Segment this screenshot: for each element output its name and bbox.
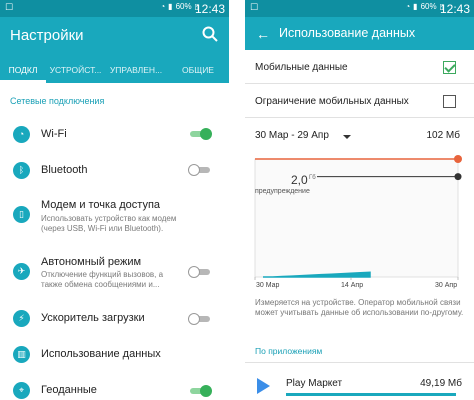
battery-percent: 60% bbox=[175, 2, 192, 11]
battery-percent: 60% bbox=[420, 2, 437, 11]
tab-general[interactable]: ОБЩИЕ bbox=[167, 59, 229, 83]
by-apps-header: По приложениям bbox=[255, 346, 323, 356]
settings-item-airplane[interactable]: ✈ Автономный режим Отключение функций вы… bbox=[0, 252, 229, 296]
limit-mobile-data-checkbox[interactable] bbox=[443, 95, 456, 108]
settings-item-hotspot[interactable]: ▯ Модем и точка доступа Использовать уст… bbox=[0, 196, 229, 240]
settings-item-wifi[interactable]: ◔ Wi-Fi bbox=[0, 122, 229, 148]
settings-item-subtitle: Использовать устройство как модем bbox=[41, 214, 177, 223]
total-usage: 102 Мб bbox=[426, 130, 460, 141]
x-tick-label: 30 Мар bbox=[256, 282, 280, 289]
settings-item-subtitle: (через USB, Wi-Fi или Bluetooth). bbox=[41, 224, 164, 233]
app-name: Play Маркет bbox=[286, 378, 343, 389]
airplane-icon: ✈ bbox=[13, 263, 30, 280]
warning-value: 2,0 bbox=[291, 173, 308, 187]
limit-mobile-data-label: Ограничение мобильных данных bbox=[255, 96, 409, 107]
usage-chart-svg bbox=[254, 155, 462, 280]
x-tick-label: 14 Апр bbox=[341, 282, 364, 289]
app-usage-row[interactable]: Play Маркет 49,19 Мб bbox=[245, 364, 474, 400]
wifi-toggle[interactable] bbox=[188, 128, 212, 140]
period-range[interactable]: 30 Мар - 29 Апр bbox=[255, 130, 329, 141]
mobile-data-checkbox[interactable] bbox=[443, 61, 456, 74]
settings-item-label: Bluetooth bbox=[41, 164, 88, 176]
download-booster-icon: ⚡ bbox=[13, 310, 30, 327]
tab-connections[interactable]: ПОДКЛ bbox=[0, 59, 46, 83]
airplane-toggle[interactable] bbox=[188, 266, 212, 278]
status-bar: ☐ ◔ ▮ 60% ▯ 12:43 bbox=[245, 0, 474, 17]
warning-label: предупреждение bbox=[255, 188, 310, 195]
settings-item-label: Геоданные bbox=[41, 384, 97, 396]
settings-item-subtitle: также обмена сообщениями и... bbox=[41, 280, 160, 289]
settings-item-label: Автономный режим bbox=[41, 256, 142, 268]
wifi-icon: ◔ bbox=[13, 126, 30, 143]
tab-controls[interactable]: УПРАВЛЕН... bbox=[105, 59, 167, 83]
app-usage-bar bbox=[286, 393, 456, 396]
app-bar: Настройки ПОДКЛ УСТРОЙСТ... УПРАВЛЕН... … bbox=[0, 17, 229, 83]
bluetooth-toggle[interactable] bbox=[188, 164, 212, 176]
usage-note: Измеряется на устройстве. Оператор мобил… bbox=[255, 298, 464, 317]
location-icon: ⌖ bbox=[13, 382, 30, 399]
page-title: Использование данных bbox=[279, 26, 416, 40]
settings-item-label: Wi-Fi bbox=[41, 128, 67, 140]
settings-item-label: Ускоритель загрузки bbox=[41, 312, 145, 324]
warning-handle bbox=[454, 173, 462, 181]
back-arrow-icon[interactable]: ← bbox=[256, 26, 270, 42]
app-bar: ← Использование данных bbox=[245, 17, 474, 50]
settings-screen: ☐ ◔ ▮ 60% ▯ 12:43 Настройки ПОДКЛ УСТРОЙ… bbox=[0, 0, 229, 400]
hotspot-icon: ▯ bbox=[13, 206, 30, 223]
wifi-status-icon: ◔ bbox=[160, 2, 166, 11]
warning-unit: Гб bbox=[309, 175, 316, 181]
clock: 12:43 bbox=[439, 2, 470, 16]
settings-item-label: Использование данных bbox=[41, 348, 161, 360]
section-header: Сетевые подключения bbox=[10, 96, 105, 106]
mobile-data-label: Мобильные данные bbox=[255, 62, 348, 73]
notification-icon: ☐ bbox=[250, 2, 259, 12]
settings-item-subtitle: Отключение функций вызовов, а bbox=[41, 270, 164, 279]
bluetooth-icon: ᛒ bbox=[13, 162, 30, 179]
location-toggle[interactable] bbox=[188, 385, 212, 397]
settings-item-label: Модем и точка доступа bbox=[41, 199, 161, 211]
signal-icon: ▮ bbox=[168, 2, 173, 11]
settings-item-location[interactable]: ⌖ Геоданные bbox=[0, 380, 229, 400]
download-booster-toggle[interactable] bbox=[188, 313, 212, 325]
data-usage-icon: ▥ bbox=[13, 346, 30, 363]
wifi-status-icon: ◔ bbox=[405, 2, 411, 11]
settings-item-data-usage[interactable]: ▥ Использование данных bbox=[0, 342, 229, 368]
notification-icon: ☐ bbox=[5, 2, 14, 12]
settings-item-download-booster[interactable]: ⚡ Ускоритель загрузки bbox=[0, 306, 229, 332]
search-icon[interactable] bbox=[201, 25, 219, 43]
app-usage-size: 49,19 Мб bbox=[420, 378, 462, 389]
settings-item-bluetooth[interactable]: ᛒ Bluetooth bbox=[0, 158, 229, 184]
mobile-data-row[interactable]: Мобильные данные bbox=[245, 52, 474, 84]
tab-device[interactable]: УСТРОЙСТ... bbox=[46, 59, 105, 83]
limit-handle bbox=[454, 155, 462, 163]
status-bar: ☐ ◔ ▮ 60% ▯ 12:43 bbox=[0, 0, 229, 17]
screen-gap bbox=[229, 0, 245, 400]
page-title: Настройки bbox=[10, 27, 84, 44]
limit-mobile-data-row[interactable]: Ограничение мобильных данных bbox=[245, 86, 474, 118]
play-store-icon bbox=[257, 378, 270, 394]
clock: 12:43 bbox=[194, 2, 225, 16]
signal-icon: ▮ bbox=[413, 2, 418, 11]
data-usage-screen: ☐ ◔ ▮ 60% ▯ 12:43 ← Использование данных… bbox=[245, 0, 474, 400]
tab-bar: ПОДКЛ УСТРОЙСТ... УПРАВЛЕН... ОБЩИЕ bbox=[0, 59, 229, 83]
usage-chart: 2,0 Гб предупреждение 30 Мар 14 Апр 30 А… bbox=[245, 150, 474, 293]
x-tick-label: 30 Апр bbox=[435, 282, 458, 289]
dropdown-caret-icon[interactable] bbox=[343, 135, 351, 139]
divider bbox=[245, 362, 474, 363]
period-selector[interactable]: 30 Мар - 29 Апр 102 Мб bbox=[245, 126, 474, 146]
